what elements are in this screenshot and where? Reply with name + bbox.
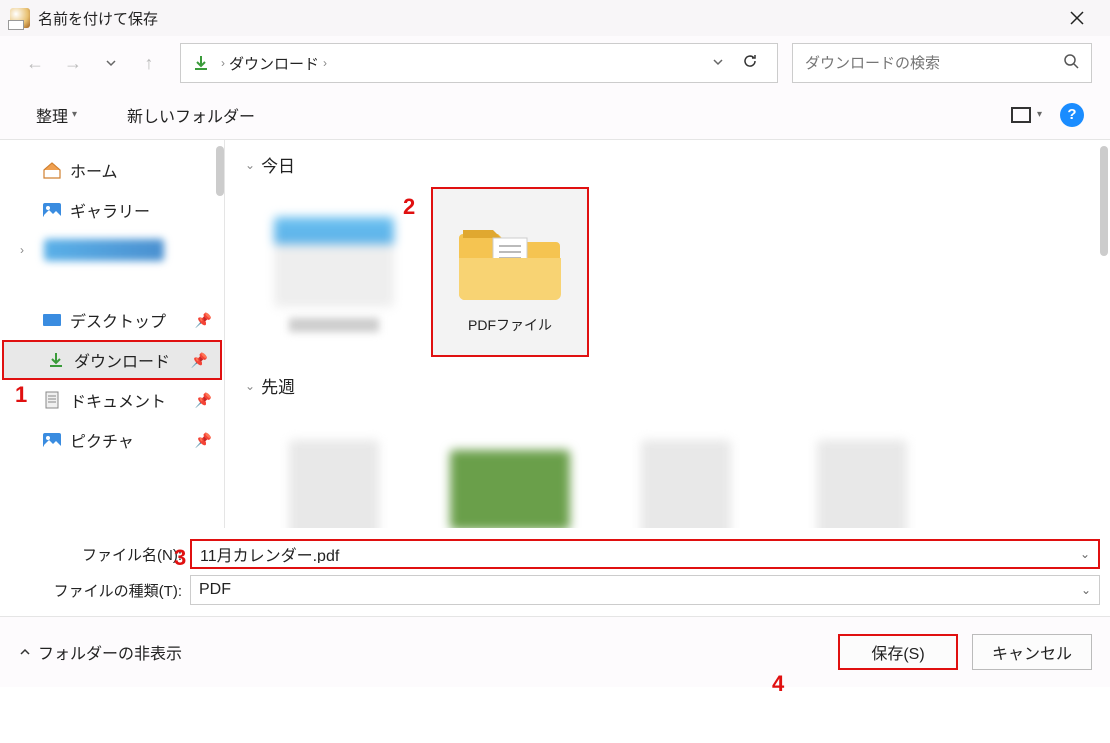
help-button[interactable]: ? [1060, 103, 1084, 127]
back-button[interactable]: ← [18, 46, 52, 80]
recent-locations-button[interactable] [94, 46, 128, 80]
file-item-blurred[interactable] [607, 408, 765, 528]
group-label: 先週 [261, 373, 295, 398]
close-button[interactable] [1054, 0, 1100, 36]
view-options-button[interactable]: ▾ [1011, 107, 1042, 123]
sidebar-item-label: ピクチャ [70, 428, 134, 452]
sidebar-item-documents[interactable]: ドキュメント 📌 [0, 380, 224, 420]
sidebar-item-label: ドキュメント [70, 388, 166, 412]
filename-dropdown[interactable]: ⌄ [1080, 547, 1090, 561]
organize-label: 整理 [36, 103, 68, 127]
breadcrumb-sep: › [221, 56, 225, 70]
new-folder-button[interactable]: 新しいフォルダー [117, 97, 265, 133]
group-last-week[interactable]: ⌄ 先週 [245, 373, 1104, 398]
chevron-down-icon: ⌄ [245, 379, 255, 393]
nav-row: ← → ↑ › ダウンロード › [0, 36, 1110, 90]
download-location-icon [191, 53, 211, 73]
chevron-down-icon [105, 57, 117, 69]
filetype-field-wrap[interactable]: PDF ⌄ [190, 575, 1100, 605]
desktop-icon [42, 311, 62, 329]
filetype-dropdown[interactable]: ⌄ [1081, 583, 1091, 597]
chevron-down-icon [711, 55, 725, 69]
pin-icon[interactable]: 📌 [195, 392, 212, 409]
address-dropdown[interactable] [703, 55, 733, 72]
pin-icon[interactable]: 📌 [191, 352, 208, 369]
file-item-blurred[interactable] [255, 187, 413, 357]
sidebar-item-gallery[interactable]: ギャラリー [0, 190, 224, 230]
sidebar-item-label: ダウンロード [74, 348, 170, 372]
pin-icon[interactable]: 📌 [195, 432, 212, 449]
title-bar: 名前を付けて保存 [0, 0, 1110, 36]
up-button[interactable]: ↑ [132, 46, 166, 80]
address-bar[interactable]: › ダウンロード › [180, 43, 778, 83]
footer: フォルダーの非表示 保存(S) キャンセル [0, 617, 1110, 687]
file-item-pdf-folder[interactable]: PDFファイル [431, 187, 589, 357]
breadcrumb-location[interactable]: ダウンロード [229, 53, 319, 74]
content-scrollbar[interactable] [1100, 146, 1108, 256]
chevron-down-icon: ⌄ [245, 158, 255, 172]
chevron-up-icon [18, 645, 32, 659]
chevron-down-icon: ▾ [72, 109, 77, 120]
breadcrumb-sep-2: › [323, 56, 327, 70]
organize-menu[interactable]: 整理 ▾ [26, 97, 87, 133]
app-icon [10, 8, 30, 28]
gallery-icon [42, 201, 62, 219]
document-icon [42, 391, 62, 409]
annotation-4: 4 [772, 671, 784, 697]
group-today[interactable]: ⌄ 今日 [245, 152, 1104, 177]
annotation-1: 1 [15, 382, 27, 408]
file-label: PDFファイル [468, 315, 552, 335]
hide-folders-label: フォルダーの非表示 [38, 640, 182, 664]
sidebar-item-label: デスクトップ [70, 308, 166, 332]
refresh-icon [741, 52, 759, 70]
toolbar: 整理 ▾ 新しいフォルダー ▾ ? [0, 90, 1110, 140]
sidebar-item-label: ギャラリー [70, 198, 150, 222]
expand-icon[interactable]: › [20, 243, 24, 257]
folder-icon [450, 209, 570, 309]
cancel-button[interactable]: キャンセル [972, 634, 1092, 670]
file-item-blurred[interactable] [431, 408, 589, 528]
file-item-blurred[interactable] [783, 408, 941, 528]
sidebar-item-downloads[interactable]: ダウンロード 📌 [2, 340, 222, 380]
file-item-blurred[interactable] [255, 408, 413, 528]
filetype-label: ファイルの種類(T): [10, 580, 190, 601]
filename-field-wrap[interactable]: ⌄ [190, 539, 1100, 569]
sidebar: ホーム ギャラリー › デスクトップ 📌 ダウンロード 📌 ドキュメント 📌 [0, 140, 225, 528]
filename-input[interactable] [200, 545, 1080, 563]
filetype-value: PDF [199, 581, 1081, 599]
group-label: 今日 [261, 152, 295, 177]
pin-icon[interactable]: 📌 [195, 312, 212, 329]
chevron-down-icon: ▾ [1037, 109, 1042, 120]
pictures-icon [42, 431, 62, 449]
home-icon [42, 161, 62, 179]
sidebar-item-blurred[interactable]: › [0, 230, 224, 270]
refresh-button[interactable] [733, 52, 767, 75]
sidebar-item-home[interactable]: ホーム [0, 150, 224, 190]
annotation-2: 2 [403, 194, 415, 220]
search-icon[interactable] [1063, 53, 1079, 74]
sidebar-item-label: ホーム [70, 158, 118, 182]
annotation-3: 3 [174, 545, 186, 571]
save-button[interactable]: 保存(S) [838, 634, 958, 670]
search-box[interactable] [792, 43, 1092, 83]
window-title: 名前を付けて保存 [38, 8, 158, 29]
sidebar-item-pictures[interactable]: ピクチャ 📌 [0, 420, 224, 460]
sidebar-item-desktop[interactable]: デスクトップ 📌 [0, 300, 224, 340]
view-icon [1011, 107, 1031, 123]
close-icon [1070, 11, 1084, 25]
hide-folders-toggle[interactable]: フォルダーの非表示 [18, 640, 182, 664]
filename-label: ファイル名(N): [10, 544, 190, 565]
forward-button[interactable]: → [56, 46, 90, 80]
download-icon [46, 351, 66, 369]
blurred-label [44, 239, 164, 261]
form-area: ファイル名(N): ⌄ ファイルの種類(T): PDF ⌄ [0, 528, 1110, 617]
content-area: ⌄ 今日 P [225, 140, 1110, 528]
search-input[interactable] [805, 55, 1063, 72]
